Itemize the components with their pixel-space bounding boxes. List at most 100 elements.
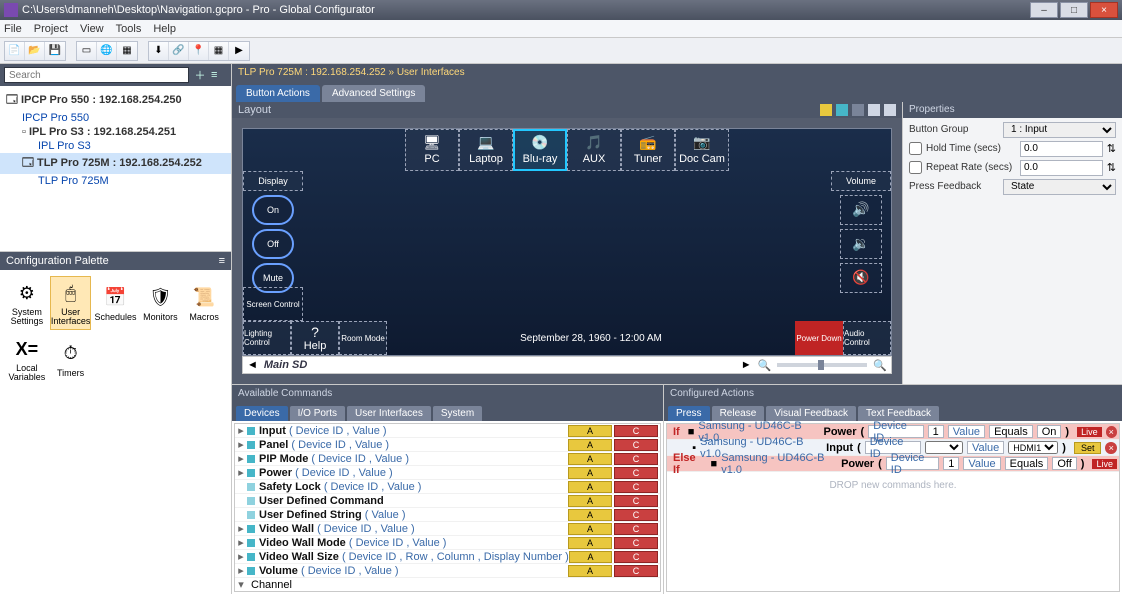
source-bluray[interactable]: 💿Blu-ray xyxy=(513,129,567,171)
maximize-button[interactable]: □ xyxy=(1060,2,1088,18)
command-row[interactable]: User Defined String ( Value )AC xyxy=(235,508,660,522)
search-input[interactable] xyxy=(4,67,189,83)
add-device-icon[interactable]: ＋ xyxy=(193,68,207,82)
palette-timers[interactable]: ⏱Timers xyxy=(50,332,92,386)
tool-play-icon[interactable]: ▶ xyxy=(229,42,249,60)
tree-node-selected[interactable]: 🗔 TLP Pro 725M : 192.168.254.252 xyxy=(0,153,231,174)
tree-sub[interactable]: TLP Pro 725M xyxy=(38,175,109,187)
source-doccam[interactable]: 📷Doc Cam xyxy=(675,129,729,171)
tool-save-icon[interactable]: 💾 xyxy=(45,42,65,60)
display-on-button[interactable]: On xyxy=(252,195,294,225)
spinner-icon[interactable]: ⇅ xyxy=(1107,142,1116,155)
menu-file[interactable]: File xyxy=(4,23,22,35)
command-row[interactable]: ▸Video Wall Mode ( Device ID , Value )AC xyxy=(235,536,660,550)
tool-link-icon[interactable]: 🔗 xyxy=(169,42,189,60)
command-row[interactable]: User Defined Command AC xyxy=(235,494,660,508)
menu-view[interactable]: View xyxy=(80,23,104,35)
press-feedback-select[interactable]: State xyxy=(1003,179,1116,195)
palette-menu-icon[interactable]: ≡ xyxy=(219,255,225,267)
zoom-out-icon[interactable]: 🔍 xyxy=(758,359,772,372)
audio-control-button[interactable]: Audio Control xyxy=(843,321,891,355)
close-button[interactable]: × xyxy=(1090,2,1118,18)
display-off-button[interactable]: Off xyxy=(252,229,294,259)
minimize-button[interactable]: ‒ xyxy=(1030,2,1058,18)
lighting-button[interactable]: Lighting Control xyxy=(243,321,291,355)
page-next-icon[interactable]: ► xyxy=(741,359,752,371)
screen-control-button[interactable]: Screen Control xyxy=(243,287,303,321)
command-row[interactable]: ▸Video Wall ( Device ID , Value )AC xyxy=(235,522,660,536)
tree-node[interactable]: 🗔 IPCP Pro 550 : 192.168.254.250 xyxy=(0,90,231,111)
tool-new-icon[interactable]: 📄 xyxy=(5,42,25,60)
device-tree: 🗔 IPCP Pro 550 : 192.168.254.250 IPCP Pr… xyxy=(0,86,231,252)
palette-macros[interactable]: 📜Macros xyxy=(183,276,225,330)
source-aux[interactable]: 🎵AUX xyxy=(567,129,621,171)
touchpanel-canvas: 🖥PC 💻Laptop 💿Blu-ray 🎵AUX 📻Tuner 📷Doc Ca… xyxy=(242,128,892,356)
palette-local-variables[interactable]: X=Local Variables xyxy=(6,332,48,386)
command-row[interactable]: ▸PIP Mode ( Device ID , Value )AC xyxy=(235,452,660,466)
repeat-rate-input[interactable] xyxy=(1020,160,1103,176)
menu-project[interactable]: Project xyxy=(34,23,68,35)
tool-grid-icon[interactable]: ▦ xyxy=(209,42,229,60)
live-badge[interactable]: Live xyxy=(1092,459,1117,469)
palette-schedules[interactable]: 📅Schedules xyxy=(93,276,137,330)
source-pc[interactable]: 🖥PC xyxy=(405,129,459,171)
command-group[interactable]: ▾Channel xyxy=(235,578,660,592)
breadcrumb: TLP Pro 725M : 192.168.254.252 » User In… xyxy=(232,64,1122,81)
command-row[interactable]: ▸Power ( Device ID , Value )AC xyxy=(235,466,660,480)
command-row[interactable]: ▸Input ( Device ID , Value )AC xyxy=(235,424,660,438)
menu-help[interactable]: Help xyxy=(153,23,176,35)
power-down-button[interactable]: Power Down xyxy=(795,321,843,355)
tool-window-icon[interactable]: ▭ xyxy=(77,42,97,60)
layout-menu-icon[interactable] xyxy=(884,104,896,116)
palette-system-settings[interactable]: ⚙System Settings xyxy=(6,276,48,330)
tool-open-icon[interactable]: 📂 xyxy=(25,42,45,60)
layout-title: Layout xyxy=(238,104,271,116)
room-mode-button[interactable]: Room Mode xyxy=(339,321,387,355)
volume-mute-icon[interactable]: 🔇 xyxy=(840,263,882,293)
tab-button-actions[interactable]: Button Actions xyxy=(236,85,320,102)
value-select[interactable]: HDMI1 xyxy=(1008,441,1058,454)
command-row[interactable]: ▸Panel ( Device ID , Value )AC xyxy=(235,438,660,452)
cmdtab-ui[interactable]: User Interfaces xyxy=(347,406,431,421)
tab-advanced-settings[interactable]: Advanced Settings xyxy=(322,85,425,102)
tool-locate-icon[interactable]: 📍 xyxy=(189,42,209,60)
volume-up-icon[interactable]: 🔊 xyxy=(840,195,882,225)
menu-icon[interactable]: ≡ xyxy=(211,69,227,81)
tool-globe-icon[interactable]: 🌐 xyxy=(97,42,117,60)
set-button[interactable]: Set xyxy=(1074,442,1102,454)
live-badge[interactable]: Live xyxy=(1077,427,1102,437)
menu-tools[interactable]: Tools xyxy=(116,23,142,35)
palette-monitors[interactable]: 🛡Monitors xyxy=(140,276,182,330)
command-row[interactable]: ▸Volume ( Device ID , Value )AC xyxy=(235,564,660,578)
layout-min-icon[interactable] xyxy=(852,104,864,116)
tree-sub[interactable]: IPL Pro S3 xyxy=(38,140,91,152)
remove-icon[interactable]: × xyxy=(1105,442,1117,454)
hold-time-check[interactable] xyxy=(909,142,922,155)
hold-time-input[interactable] xyxy=(1020,141,1103,157)
page-prev-icon[interactable]: ◄ xyxy=(247,359,258,371)
tree-sub[interactable]: IPCP Pro 550 xyxy=(22,112,89,124)
layout-grid-icon[interactable] xyxy=(820,104,832,116)
repeat-rate-check[interactable] xyxy=(909,161,922,174)
cmdtab-io[interactable]: I/O Ports xyxy=(290,406,345,421)
palette-user-interfaces[interactable]: 🖱User Interfaces xyxy=(50,276,92,330)
layout-window-icon[interactable] xyxy=(836,104,848,116)
layout-page-icon[interactable] xyxy=(868,104,880,116)
tool-layout-icon[interactable]: ▦ xyxy=(117,42,137,60)
command-row[interactable]: ▸Video Wall Size ( Device ID , Row , Col… xyxy=(235,550,660,564)
remove-icon[interactable]: × xyxy=(1106,426,1117,438)
zoom-slider[interactable] xyxy=(777,363,867,367)
tree-node[interactable]: ▫ IPL Pro S3 : 192.168.254.251 xyxy=(0,125,231,139)
command-row[interactable]: Safety Lock ( Device ID , Value )AC xyxy=(235,480,660,494)
tool-build-icon[interactable]: ⬇ xyxy=(149,42,169,60)
button-group-select[interactable]: 1 : Input xyxy=(1003,122,1116,138)
help-button[interactable]: ?Help xyxy=(291,321,339,355)
spinner-icon[interactable]: ⇅ xyxy=(1107,161,1116,174)
source-tuner[interactable]: 📻Tuner xyxy=(621,129,675,171)
cmdtab-devices[interactable]: Devices xyxy=(236,406,288,421)
volume-down-icon[interactable]: 🔉 xyxy=(840,229,882,259)
cmdtab-system[interactable]: System xyxy=(433,406,482,421)
action-elseif-line[interactable]: Else If ■ Samsung - UD46C-B v1.0 Power (… xyxy=(667,456,1119,472)
source-laptop[interactable]: 💻Laptop xyxy=(459,129,513,171)
zoom-in-icon[interactable]: 🔍 xyxy=(873,359,887,372)
